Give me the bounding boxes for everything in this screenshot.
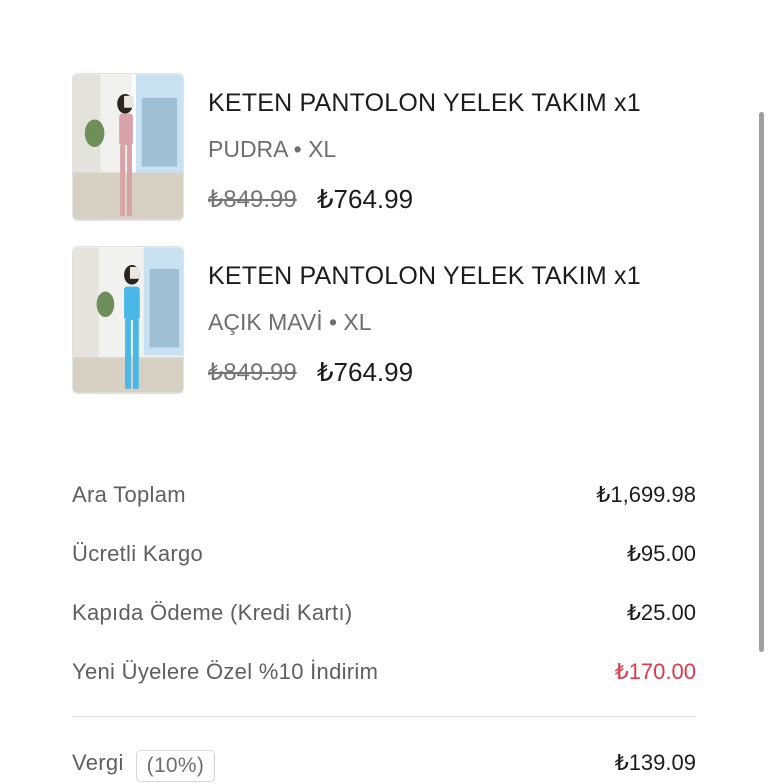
shipping-row: Ücretli Kargo ₺95.00 <box>72 541 696 575</box>
cart-item[interactable]: KETEN PANTOLON YELEK TAKIM x1 AÇIK MAVİ … <box>72 246 712 396</box>
divider <box>72 716 696 717</box>
original-price: ₺849.99 <box>208 359 297 386</box>
product-image[interactable] <box>72 73 184 221</box>
discount-row: Yeni Üyelere Özel %10 İndirim ₺170.00 <box>72 659 696 693</box>
product-photo-icon <box>73 74 183 220</box>
tax-value: ₺139.09 <box>614 750 696 775</box>
product-variant: AÇIK MAVİ • XL <box>208 309 372 335</box>
original-price: ₺849.99 <box>208 186 297 213</box>
subtotal-value: ₺1,699.98 <box>596 482 696 507</box>
tax-row: Vergi (10%) ₺139.09 <box>72 750 696 784</box>
cart-item[interactable]: KETEN PANTOLON YELEK TAKIM x1 PUDRA • XL… <box>72 73 712 223</box>
product-title: KETEN PANTOLON YELEK TAKIM x1 <box>208 262 641 290</box>
product-photo-icon <box>73 247 183 393</box>
product-image[interactable] <box>72 246 184 394</box>
sale-price: ₺764.99 <box>317 357 414 387</box>
subtotal-row: Ara Toplam ₺1,699.98 <box>72 482 696 516</box>
tax-label: Vergi (10%) <box>72 750 216 782</box>
product-variant: PUDRA • XL <box>208 136 337 162</box>
sale-price: ₺764.99 <box>317 184 414 214</box>
shipping-value: ₺95.00 <box>626 541 696 566</box>
cod-fee-label: Kapıda Ödeme (Kredi Kartı) <box>72 600 353 625</box>
quantity-label: x1 <box>614 89 641 117</box>
scrollbar[interactable] <box>759 112 764 652</box>
discount-label: Yeni Üyelere Özel %10 İndirim <box>72 659 379 684</box>
cod-fee-row: Kapıda Ödeme (Kredi Kartı) ₺25.00 <box>72 600 696 634</box>
cod-fee-value: ₺25.00 <box>626 600 696 625</box>
quantity-label: x1 <box>614 262 641 290</box>
product-title: KETEN PANTOLON YELEK TAKIM x1 <box>208 89 641 117</box>
tax-rate-badge: (10%) <box>135 750 216 782</box>
subtotal-label: Ara Toplam <box>72 482 186 507</box>
shipping-label: Ücretli Kargo <box>72 541 204 566</box>
discount-value: ₺170.00 <box>614 659 696 684</box>
